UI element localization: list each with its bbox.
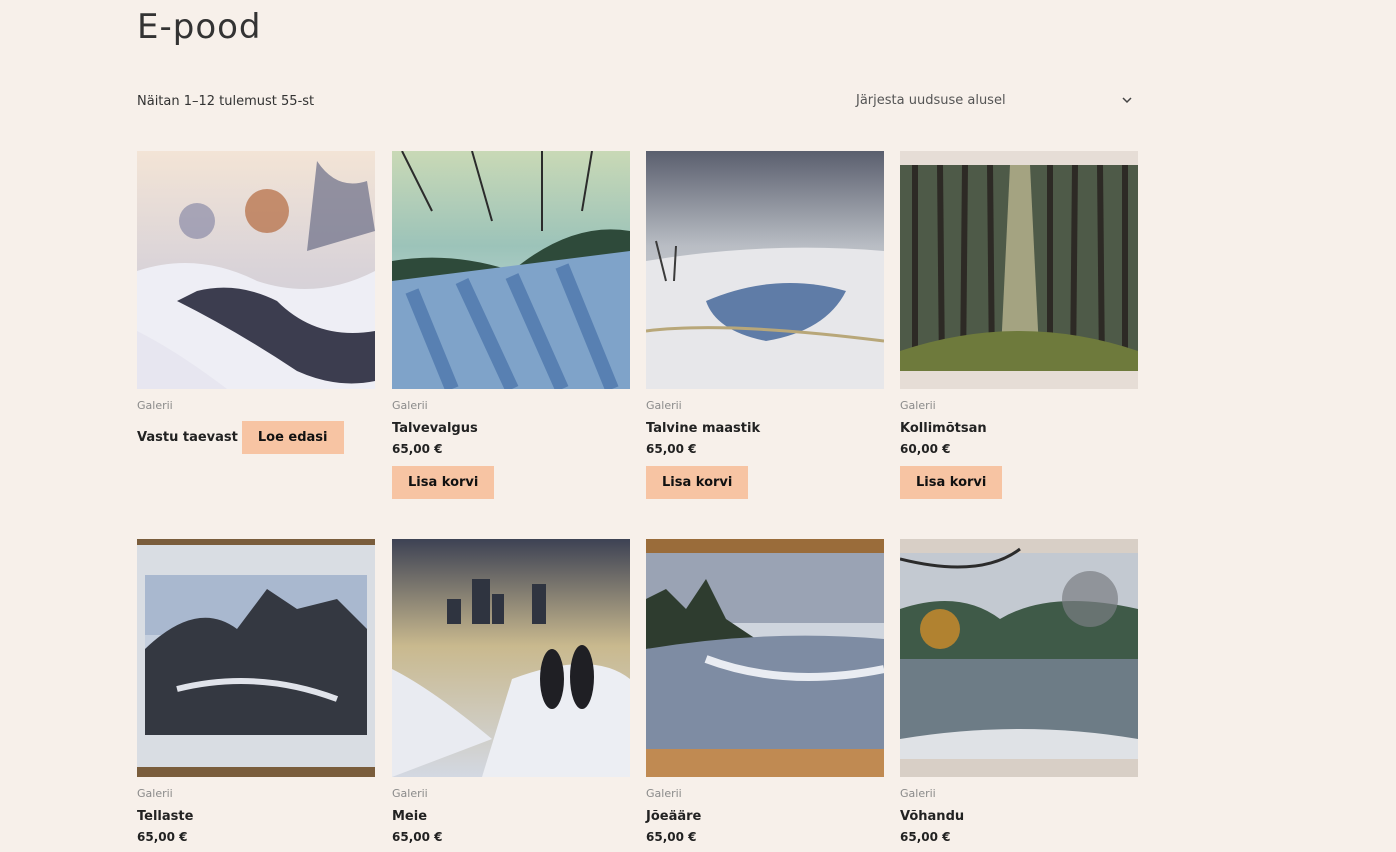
product-category: Galerii bbox=[900, 787, 936, 800]
painting-image bbox=[646, 151, 884, 389]
product-title[interactable]: Talvevalgus bbox=[392, 421, 630, 436]
page-title: E-pood bbox=[137, 7, 262, 47]
add-to-cart-button[interactable]: Lisa korvi bbox=[900, 466, 1003, 499]
product-title[interactable]: Tellaste bbox=[137, 809, 375, 824]
painting-image bbox=[646, 539, 884, 777]
product-price: 65,00 € bbox=[900, 830, 951, 844]
painting-image bbox=[900, 151, 1138, 389]
product-category: Galerii bbox=[392, 399, 428, 412]
product-title[interactable]: Kollimõtsan bbox=[900, 421, 1138, 436]
product-image[interactable] bbox=[900, 151, 1138, 389]
product-image[interactable] bbox=[646, 151, 884, 389]
product-category: Galerii bbox=[900, 399, 936, 412]
painting-image bbox=[392, 151, 630, 389]
product-title[interactable]: Talvine maastik bbox=[646, 421, 884, 436]
product-card: Galerii Võhandu 65,00 € bbox=[900, 539, 1138, 844]
product-card: Galerii Kollimõtsan 60,00 € Lisa korvi bbox=[900, 151, 1138, 499]
product-price: 65,00 € bbox=[646, 830, 697, 844]
product-price: 65,00 € bbox=[137, 830, 188, 844]
product-category: Galerii bbox=[646, 787, 682, 800]
product-image[interactable] bbox=[646, 539, 884, 777]
painting-image bbox=[137, 151, 375, 389]
product-image[interactable] bbox=[392, 539, 630, 777]
product-price: 60,00 € bbox=[900, 442, 951, 456]
product-category: Galerii bbox=[137, 787, 173, 800]
add-to-cart-button[interactable]: Lisa korvi bbox=[392, 466, 495, 499]
painting-image bbox=[137, 539, 375, 777]
product-title[interactable]: Meie bbox=[392, 809, 630, 824]
product-title[interactable]: Võhandu bbox=[900, 809, 1138, 824]
product-category: Galerii bbox=[392, 787, 428, 800]
product-card: Galerii Jõeääre 65,00 € bbox=[646, 539, 884, 844]
chevron-down-icon bbox=[1122, 97, 1132, 104]
product-image[interactable] bbox=[137, 151, 375, 389]
result-count: Näitan 1–12 tulemust 55-st bbox=[137, 94, 315, 109]
painting-image bbox=[392, 539, 630, 777]
product-image[interactable] bbox=[900, 539, 1138, 777]
sort-label: Järjesta uudsuse alusel bbox=[856, 93, 1006, 108]
product-image[interactable] bbox=[392, 151, 630, 389]
product-title[interactable]: Vastu taevast bbox=[137, 430, 238, 445]
add-to-cart-button[interactable]: Lisa korvi bbox=[646, 466, 749, 499]
product-card: Galerii Talvevalgus 65,00 € Lisa korvi bbox=[392, 151, 630, 499]
product-image[interactable] bbox=[137, 539, 375, 777]
product-category: Galerii bbox=[137, 399, 173, 412]
product-price: 65,00 € bbox=[392, 830, 443, 844]
product-card: Galerii Meie 65,00 € bbox=[392, 539, 630, 844]
painting-image bbox=[900, 539, 1138, 777]
product-card: Galerii Talvine maastik 65,00 € Lisa kor… bbox=[646, 151, 884, 499]
product-category: Galerii bbox=[646, 399, 682, 412]
product-price: 65,00 € bbox=[646, 442, 697, 456]
product-card: Galerii Tellaste 65,00 € bbox=[137, 539, 375, 844]
read-more-button[interactable]: Loe edasi bbox=[241, 421, 344, 454]
product-title[interactable]: Jõeääre bbox=[646, 809, 884, 824]
product-card: Galerii Vastu taevast Loe edasi bbox=[137, 151, 375, 454]
sort-dropdown[interactable]: Järjesta uudsuse alusel bbox=[856, 93, 1136, 111]
product-price: 65,00 € bbox=[392, 442, 443, 456]
